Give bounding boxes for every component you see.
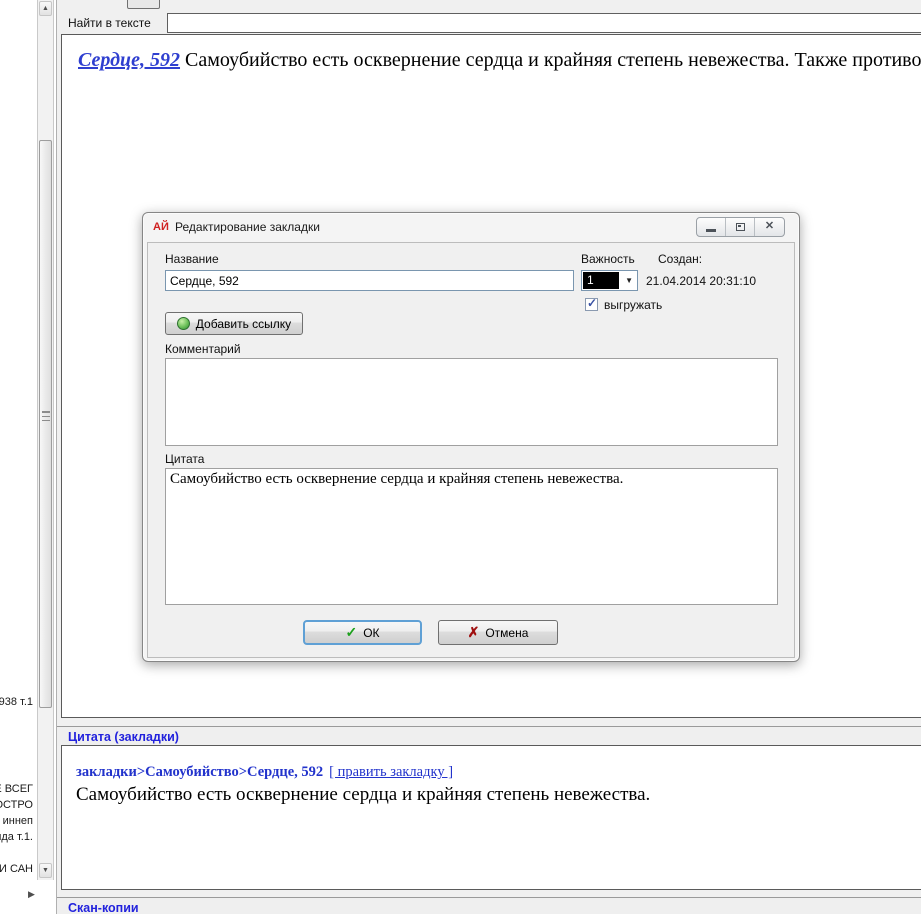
dialog-titlebar[interactable]: АЙ Редактирование закладки ✕ [143,213,799,243]
bookmark-link[interactable]: Сердце, 592 [78,49,180,71]
book-paragraph: Сердце, 592 Самоубийство есть осквернени… [78,49,921,72]
x-icon: ✗ [468,624,480,641]
scrollbar-thumb[interactable] [39,140,52,708]
window-controls: ✕ [696,217,785,237]
quote-section-title: Цитата (закладки) [68,730,179,744]
app-window: 938 т.1 Е ВСЕГ ОСТРО иннеп ида т.1. ЛИ С… [0,0,921,914]
importance-label: Важность [581,252,635,266]
quote-panel: закладки>Самоубийство>Сердце, 592 [ прави… [61,745,921,890]
scrollbar-grip-icon [42,411,50,421]
app-icon: АЙ [153,221,169,233]
minimize-icon [706,229,716,232]
close-button[interactable]: ✕ [755,218,784,236]
edit-bookmark-dialog: АЙ Редактирование закладки ✕ Название Ва… [142,212,800,662]
name-label: Название [165,252,219,266]
book-text: Самоубийство есть осквернение сердца и к… [180,49,921,71]
toolbar-button-fragment[interactable] [127,0,160,9]
importance-selected-value: 1 [583,272,619,289]
tree-item-fragment[interactable]: ида т.1. [0,831,33,843]
minimize-button[interactable] [697,218,726,236]
created-label: Создан: [658,252,702,266]
scan-section-title: Скан-копии [68,901,139,914]
bookmark-name-input[interactable] [165,270,574,291]
tree-item-fragment[interactable]: ЛИ САН [0,863,33,875]
find-in-text-label: Найти в тексте [68,16,151,30]
quote-section-header: Цитата (закладки) [57,726,921,746]
quote-label: Цитата [165,452,204,466]
edit-bookmark-link[interactable]: [ править закладку ] [329,764,453,780]
ok-label: ОК [363,626,379,640]
check-icon: ✓ [345,624,357,641]
close-icon: ✕ [755,219,784,232]
quote-text: Самоубийство есть осквернение сердца и к… [76,784,650,806]
restore-icon [736,223,745,231]
scroll-up-icon[interactable]: ▲ [39,1,52,16]
vertical-scrollbar[interactable]: ▲ ▼ [37,0,54,880]
scroll-down-icon[interactable]: ▼ [39,863,52,878]
comment-label: Комментарий [165,342,241,356]
add-link-button[interactable]: Добавить ссылку [165,312,303,335]
checkbox-check-icon: ✓ [587,296,597,310]
toolbar-strip [57,0,921,13]
comment-textarea[interactable] [165,358,778,446]
tree-item-fragment[interactable]: ОСТРО [0,799,33,811]
tree-item-fragment[interactable]: 938 т.1 [0,696,33,708]
globe-icon [177,317,190,330]
find-in-text-input[interactable] [167,13,921,33]
ok-button[interactable]: ✓ ОК [303,620,422,645]
add-link-label: Добавить ссылку [196,317,291,331]
bookmark-breadcrumb-line: закладки>Самоубийство>Сердце, 592 [ прави… [76,764,453,781]
dialog-title: Редактирование закладки [175,220,320,234]
maximize-button[interactable] [726,218,755,236]
created-timestamp: 21.04.2014 20:31:10 [646,274,756,288]
scroll-right-icon[interactable]: ▶ [28,889,35,900]
quote-textarea[interactable]: Самоубийство есть осквернение сердца и к… [165,468,778,605]
panel-splitter[interactable] [57,890,921,897]
dialog-body: Название Важность 1 ▼ Создан: 21.04.2014… [147,242,795,658]
left-tree-panel: 938 т.1 Е ВСЕГ ОСТРО иннеп ида т.1. ЛИ С… [0,0,36,914]
search-row: Найти в тексте [57,13,921,34]
breadcrumb[interactable]: закладки>Самоубийство>Сердце, 592 [76,764,323,780]
panel-splitter[interactable] [57,718,921,726]
tree-item-fragment[interactable]: Е ВСЕГ [0,783,33,795]
chevron-down-icon[interactable]: ▼ [625,276,633,285]
cancel-label: Отмена [485,626,528,640]
scan-section-header: Скан-копии [57,897,921,914]
unload-checkbox-label[interactable]: выгружать [604,298,662,312]
unload-checkbox[interactable]: ✓ [585,298,598,311]
tree-item-fragment[interactable]: иннеп [3,815,33,827]
importance-select[interactable]: 1 ▼ [581,270,638,291]
cancel-button[interactable]: ✗ Отмена [438,620,558,645]
